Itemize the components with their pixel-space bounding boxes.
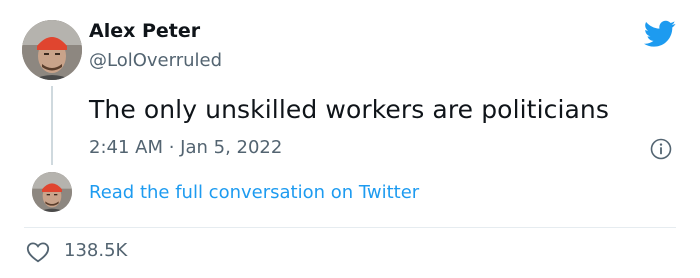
info-icon[interactable] — [650, 138, 672, 160]
author-name[interactable]: Alex Peter — [89, 20, 200, 42]
heart-icon[interactable] — [26, 241, 50, 263]
twitter-bird-icon[interactable] — [644, 20, 676, 48]
reply-avatar[interactable] — [32, 172, 72, 212]
tweet-timestamp[interactable]: 2:41 AM · Jan 5, 2022 — [89, 137, 282, 158]
thread-line — [51, 86, 53, 165]
author-handle[interactable]: @LolOverruled — [89, 50, 222, 71]
avatar-image — [22, 20, 82, 80]
read-conversation-link[interactable]: Read the full conversation on Twitter — [89, 182, 419, 203]
avatar-image — [32, 172, 72, 212]
like-count: 138.5K — [64, 240, 128, 261]
tweet-text: The only unskilled workers are politicia… — [89, 95, 609, 124]
divider — [24, 227, 676, 228]
author-avatar[interactable] — [22, 20, 82, 80]
